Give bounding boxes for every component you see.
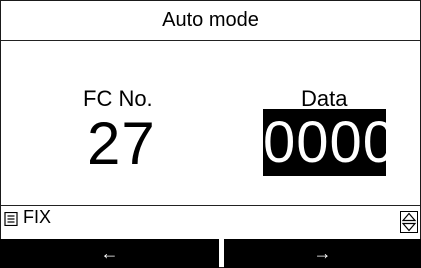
left-arrow-icon: ← xyxy=(100,243,119,263)
list-menu-icon xyxy=(4,212,18,226)
right-arrow-icon: → xyxy=(313,243,332,263)
data-value-field[interactable]: 0000 xyxy=(263,109,395,176)
controller-screen: Auto mode FC No. 27 Data 0000 xyxy=(0,0,421,268)
fc-number-value[interactable]: 27 xyxy=(87,108,156,180)
up-down-arrows-icon xyxy=(400,211,418,233)
title-bar: Auto mode xyxy=(1,1,420,41)
screen-title: Auto mode xyxy=(162,9,259,31)
right-arrow-softkey[interactable]: → xyxy=(224,239,421,268)
left-arrow-softkey[interactable]: ← xyxy=(0,239,219,268)
status-row xyxy=(1,205,420,234)
fix-label: FIX xyxy=(23,207,52,227)
